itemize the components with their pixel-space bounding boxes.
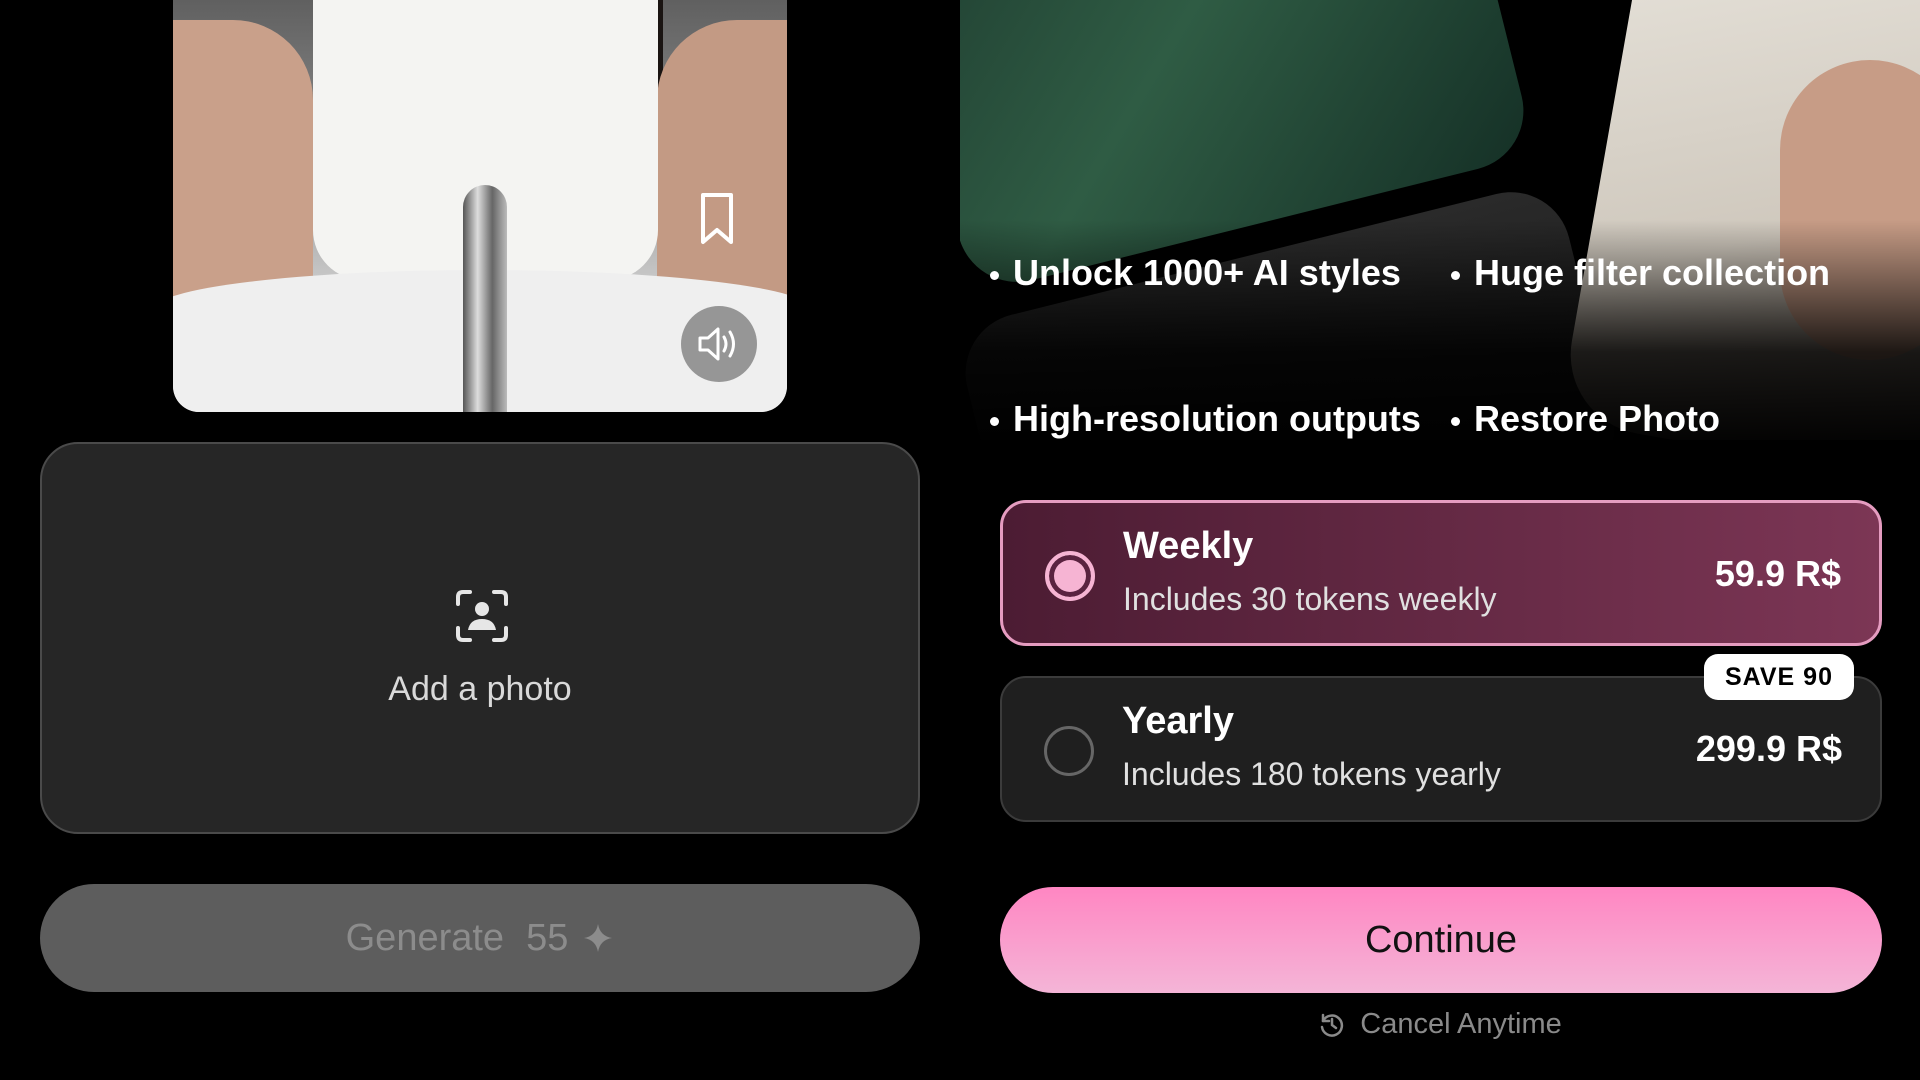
speaker-icon	[698, 327, 735, 361]
plan-option-weekly[interactable]: Weekly Includes 30 tokens weekly 59.9 R$	[1000, 500, 1882, 646]
bullet-icon	[1451, 416, 1460, 426]
hero-collage	[960, 0, 1920, 440]
radio-selected-icon[interactable]	[1045, 551, 1095, 601]
plan-description: Includes 30 tokens weekly	[1123, 581, 1497, 617]
continue-button[interactable]: Continue	[1000, 887, 1882, 993]
feature-item: Restore Photo	[1451, 398, 1720, 440]
generate-button[interactable]: Generate 55	[40, 884, 920, 992]
plan-price: 59.9 R$	[1714, 553, 1841, 594]
add-photo-label: Add a photo	[388, 670, 572, 708]
plan-description: Includes 180 tokens yearly	[1122, 756, 1501, 792]
sparkle-icon	[584, 924, 613, 952]
paywall-panel: Unlock 1000+ AI styles Huge filter colle…	[960, 0, 1920, 1080]
left-panel: Add a photo Generate 55	[0, 0, 960, 1080]
bullet-icon	[990, 416, 999, 426]
generate-label: Generate	[345, 916, 505, 959]
add-photo-card[interactable]: Add a photo	[40, 442, 920, 834]
feature-item: Unlock 1000+ AI styles	[990, 252, 1401, 294]
radio-unselected-icon[interactable]	[1044, 726, 1094, 776]
video-preview[interactable]	[173, 0, 787, 412]
video-faucet	[463, 185, 507, 412]
cancel-anytime-label: Cancel Anytime	[1360, 1008, 1562, 1040]
feature-item: High-resolution outputs	[990, 398, 1421, 440]
feature-item: Huge filter collection	[1451, 252, 1830, 294]
sound-button[interactable]	[681, 306, 757, 382]
history-icon	[1321, 1013, 1344, 1037]
cancel-anytime: Cancel Anytime	[960, 1008, 1920, 1041]
person-scan-icon	[456, 590, 508, 642]
plan-name: Weekly	[1123, 525, 1254, 567]
bookmark-icon[interactable]	[699, 192, 735, 246]
generate-cost: 55	[526, 916, 569, 959]
save-badge: SAVE 90	[1704, 654, 1854, 700]
bullet-icon	[1451, 270, 1460, 280]
bullet-icon	[990, 270, 999, 280]
plan-price: 299.9 R$	[1695, 728, 1842, 769]
plan-name: Yearly	[1122, 700, 1234, 742]
